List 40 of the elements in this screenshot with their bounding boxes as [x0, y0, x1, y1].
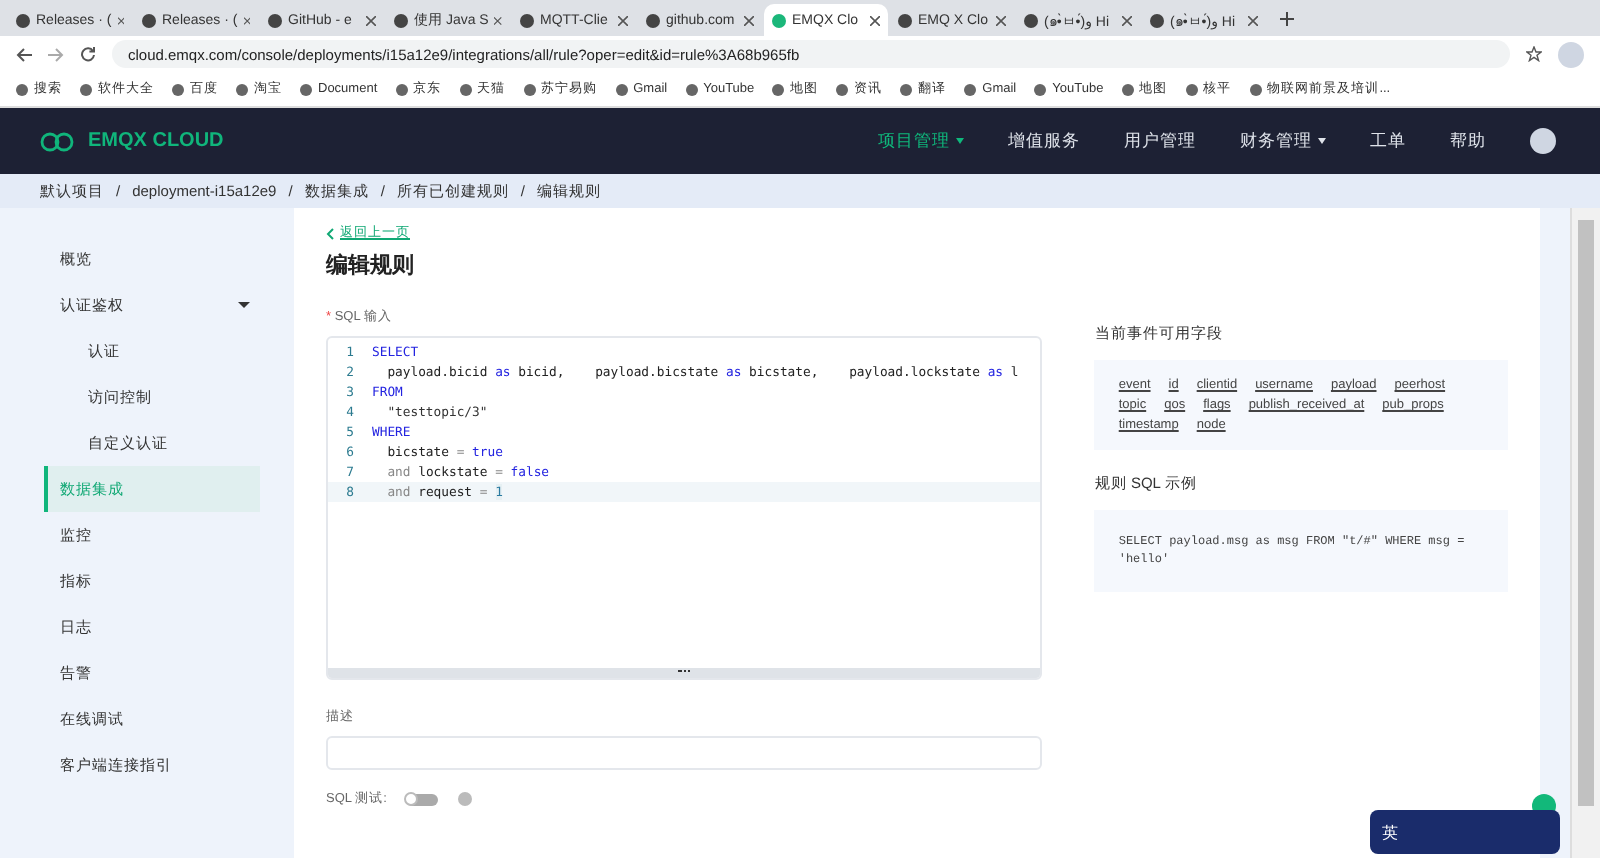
- favicon-icon: [646, 13, 660, 27]
- logo-icon: [40, 131, 76, 151]
- logo-text: EMQX CLOUD: [88, 130, 224, 152]
- favicon-icon: [898, 13, 912, 27]
- resize-handle[interactable]: [328, 668, 1041, 678]
- back-icon[interactable]: [16, 47, 32, 61]
- scrollbar[interactable]: [1570, 208, 1600, 858]
- close-icon[interactable]: [243, 15, 250, 25]
- nav-item[interactable]: 工单: [1370, 129, 1406, 153]
- close-icon[interactable]: [1248, 15, 1258, 25]
- favicon-icon: [268, 13, 282, 27]
- close-icon[interactable]: [1122, 15, 1132, 25]
- close-icon[interactable]: [117, 15, 124, 25]
- close-icon[interactable]: [366, 15, 376, 25]
- close-icon[interactable]: [744, 15, 754, 25]
- nav-item[interactable]: 帮助: [1450, 129, 1486, 153]
- favicon-icon: [772, 13, 786, 27]
- favicon-icon: [394, 13, 408, 27]
- favicon-icon: [1150, 13, 1164, 27]
- page-title: 编辑规则: [326, 251, 416, 280]
- favicon-icon: [1024, 13, 1038, 27]
- nav-item[interactable]: 用户管理: [1124, 129, 1196, 153]
- reload-icon[interactable]: [80, 46, 96, 62]
- close-icon[interactable]: [494, 15, 502, 25]
- close-icon[interactable]: [618, 15, 628, 25]
- description-field[interactable]: [326, 736, 1043, 770]
- nav-item[interactable]: 增值服务: [1008, 129, 1080, 153]
- new-tab-icon[interactable]: [1280, 11, 1294, 25]
- nav-item[interactable]: 项目管理: [878, 129, 964, 153]
- close-icon[interactable]: [996, 15, 1006, 25]
- avatar-icon[interactable]: [1530, 128, 1556, 154]
- close-icon[interactable]: [870, 15, 880, 25]
- ime-toolbar[interactable]: 英: [1370, 810, 1560, 854]
- favicon-icon: [16, 13, 30, 27]
- star-icon[interactable]: [1526, 46, 1542, 62]
- chevron-left-icon[interactable]: [326, 227, 334, 239]
- favicon-icon: [142, 13, 156, 27]
- sql-test-toggle[interactable]: [406, 793, 439, 805]
- favicon-icon: [520, 13, 534, 27]
- nav-item[interactable]: 财务管理: [1240, 129, 1326, 153]
